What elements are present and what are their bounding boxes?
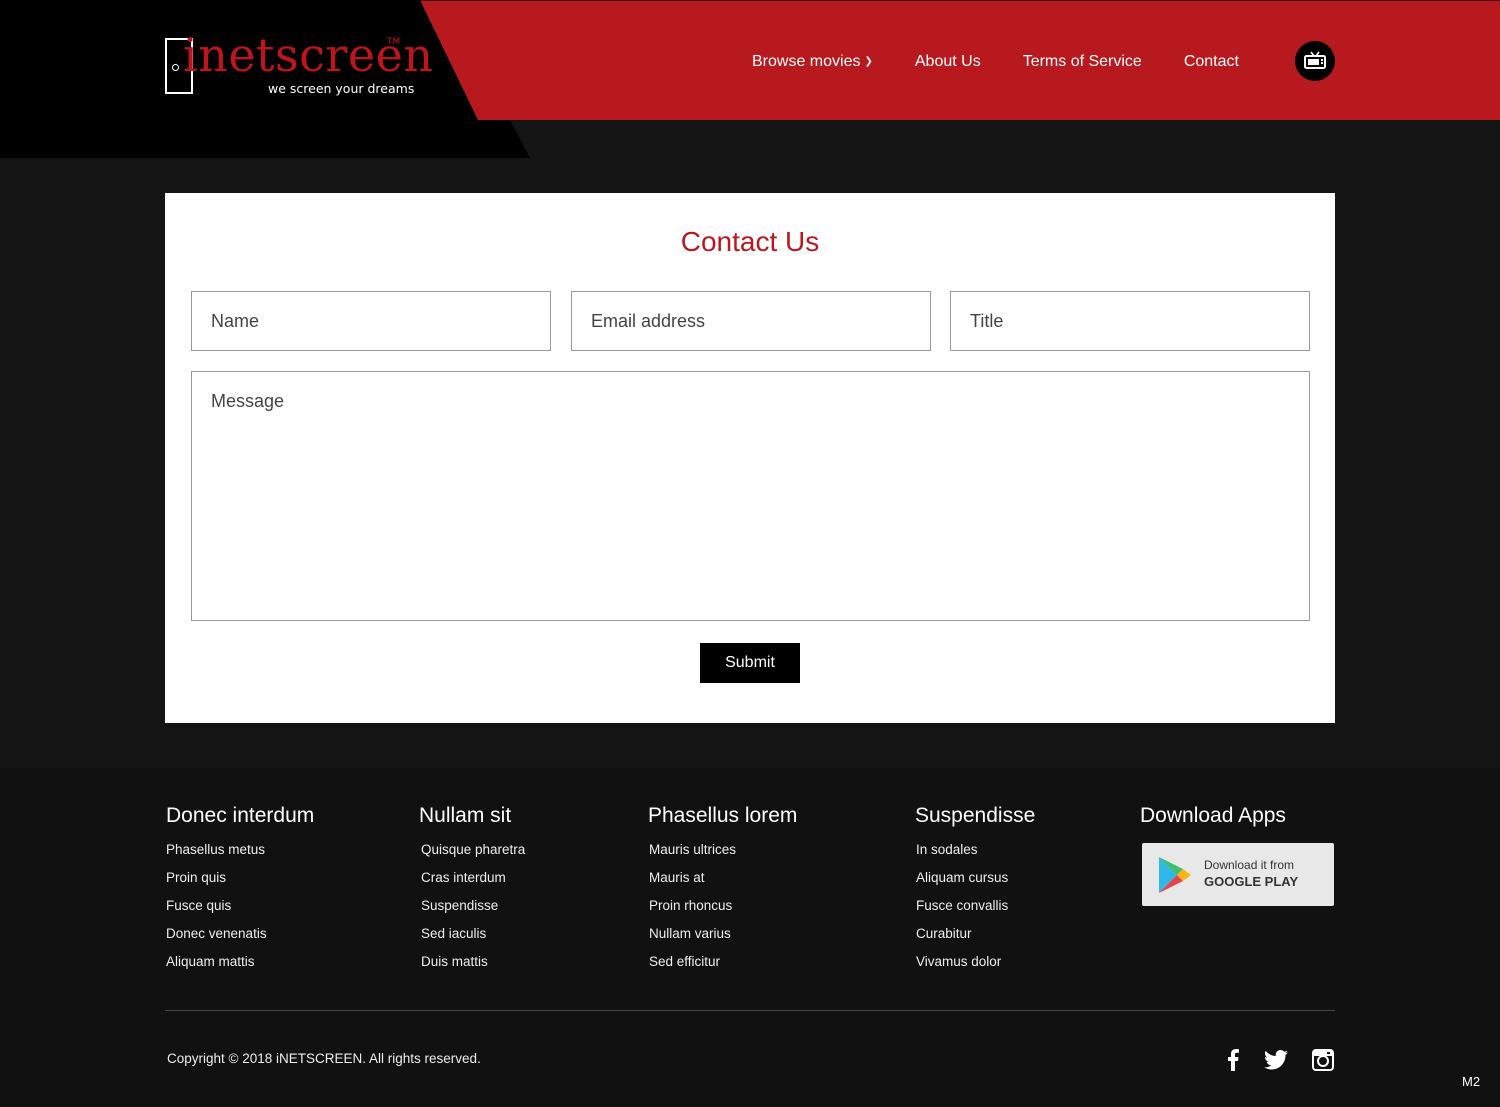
google-play-badge[interactable]: Download it from GOOGLE PLAY [1142,843,1334,906]
footer-link[interactable]: Proin quis [166,870,314,898]
nav-contact[interactable]: Contact [1184,53,1239,71]
tv-icon [1304,51,1326,69]
footer-link[interactable]: Mauris at [649,870,797,898]
footer-link[interactable]: Quisque pharetra [421,842,525,870]
footer-link[interactable]: Duis mattis [421,954,525,982]
footer-link[interactable]: Nullam varius [649,926,797,954]
footer-column-2: Nullam sit Quisque pharetra Cras interdu… [419,804,525,982]
footer-link[interactable]: Aliquam cursus [916,870,1035,898]
footer-heading: Phasellus lorem [648,804,798,827]
facebook-link[interactable] [1221,1048,1245,1072]
name-field[interactable]: Name [191,291,551,351]
tv-button[interactable] [1295,41,1335,81]
footer-link[interactable]: Suspendisse [421,898,525,926]
footer-divider [165,1010,1335,1011]
footer-link[interactable]: Sed iaculis [421,926,525,954]
nav-browse-movies[interactable]: Browse movies ❯ [752,53,873,71]
footer-heading: Donec interdum [166,804,315,827]
footer-link[interactable]: In sodales [916,842,1035,870]
twitter-link[interactable] [1264,1048,1288,1072]
footer-apps-column: Download Apps [1140,804,1286,842]
twitter-icon [1264,1050,1288,1070]
footer-link[interactable]: Curabitur [916,926,1035,954]
footer-link[interactable]: Fusce quis [166,898,314,926]
footer-link[interactable]: Cras interdum [421,870,525,898]
nav-terms-of-service[interactable]: Terms of Service [1023,53,1142,71]
google-play-icon [1159,857,1191,893]
page-title: Contact Us [680,226,820,257]
footer-heading: Suspendisse [915,804,1036,827]
facebook-icon [1228,1049,1239,1071]
footer-link[interactable]: Fusce convallis [916,898,1035,926]
footer-column-4: Suspendisse In sodales Aliquam cursus Fu… [915,804,1035,982]
footer-link[interactable]: Aliquam mattis [166,954,314,982]
footer-link[interactable]: Donec venenatis [166,926,314,954]
nav-browse-movies-label: Browse movies [752,53,861,70]
main-nav: Browse movies ❯ About Us Terms of Service… [752,51,1239,73]
footer-heading: Nullam sit [419,804,512,827]
title-field[interactable]: Title [950,291,1310,351]
footer-link[interactable]: Sed efficitur [649,954,797,982]
email-field[interactable]: Email address [571,291,931,351]
submit-button[interactable]: Submit [700,643,800,683]
footer: Donec interdum Phasellus metus Proin qui… [0,768,1500,1107]
footer-link[interactable]: Mauris ultrices [649,842,797,870]
footer-column-1: Donec interdum Phasellus metus Proin qui… [166,804,314,982]
footer-link[interactable]: Phasellus metus [166,842,314,870]
footer-link[interactable]: Vivamus dolor [916,954,1035,982]
footer-heading: Download Apps [1140,804,1286,827]
brand-tagline: we screen your dreams [268,81,415,96]
nav-about-us[interactable]: About Us [915,53,981,71]
contact-card: Contact Us Name Email address Title Mess… [165,193,1335,723]
footer-link[interactable]: Proin rhoncus [649,898,797,926]
instagram-icon [1312,1049,1334,1071]
google-play-line2: GOOGLE PLAY [1204,874,1299,889]
footer-column-3: Phasellus lorem Mauris ultrices Mauris a… [648,804,797,982]
copyright-text: Copyright © 2018 iNETSCREEN. All rights … [167,1051,481,1066]
brand-logo[interactable]: inetscreen TM we screen your dreams [165,32,433,100]
message-field[interactable]: Message [191,371,1310,621]
trademark-mark: TM [387,37,401,47]
instagram-link[interactable] [1311,1048,1335,1072]
corner-label: M2 [1462,1074,1481,1089]
google-play-line1: Download it from [1204,858,1295,872]
chevron-down-icon: ❯ [864,56,873,67]
